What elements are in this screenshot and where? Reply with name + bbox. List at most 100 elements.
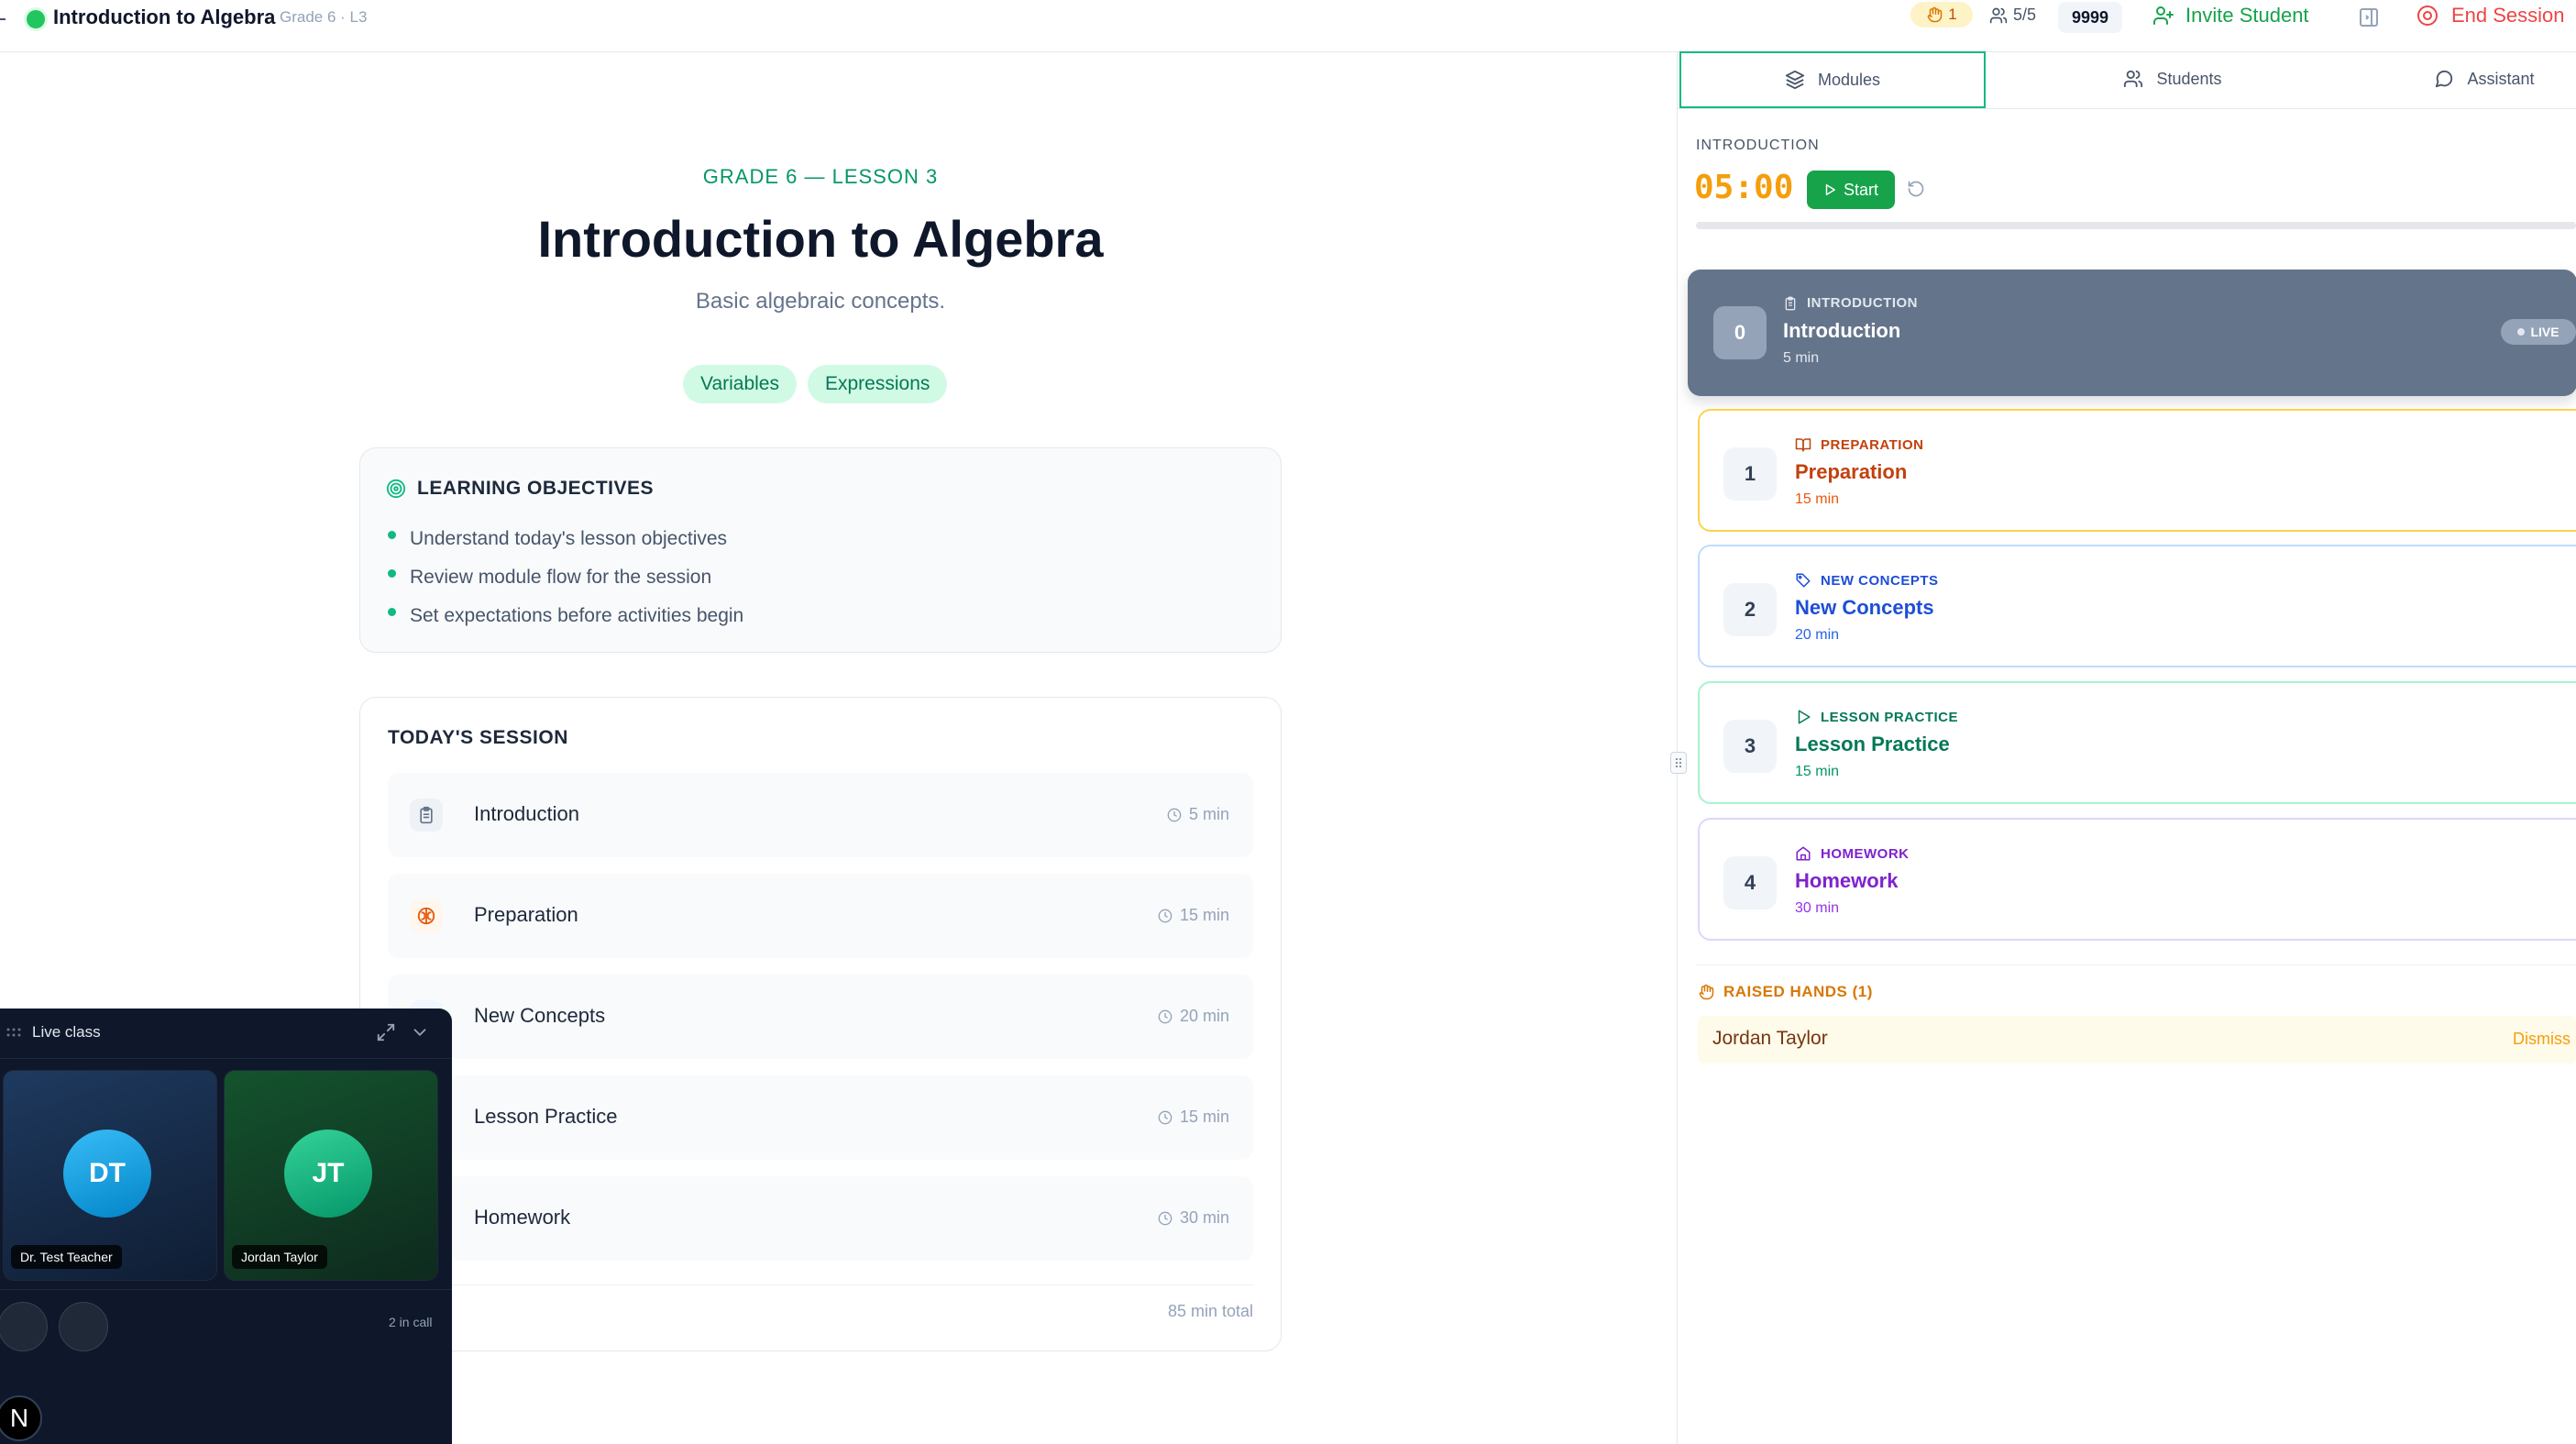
raised-hand-name: Jordan Taylor — [1712, 1028, 1828, 1049]
module-number: 4 — [1723, 856, 1777, 909]
in-call-count: 2 in call — [389, 1315, 433, 1329]
participant-name: Dr. Test Teacher — [11, 1245, 122, 1269]
layers-icon — [1785, 70, 1805, 90]
module-card-lesson-practice[interactable]: 3 LESSON PRACTICE Lesson Practice 15 min — [1698, 681, 2576, 804]
expand-icon[interactable] — [376, 1022, 396, 1042]
objectives-list: Understand today's lesson objectives Rev… — [388, 520, 743, 635]
session-row-duration-text: 5 min — [1188, 805, 1229, 823]
module-category-label: NEW CONCEPTS — [1821, 572, 1939, 589]
grip-vertical-icon — [1676, 758, 1681, 767]
invite-student-label: Invite Student — [2185, 4, 2309, 27]
drag-grip-icon[interactable] — [6, 1027, 22, 1038]
module-card-homework[interactable]: 4 HOMEWORK Homework 30 min — [1698, 818, 2576, 941]
module-category: HOMEWORK — [1795, 845, 1910, 862]
users-icon — [2124, 70, 2143, 88]
clock-icon — [1158, 1009, 1172, 1023]
play-icon — [1825, 184, 1835, 195]
learning-objectives-card: LEARNING OBJECTIVES Understand today's l… — [359, 447, 1282, 653]
lesson-header-subtitle: Grade 6 · L3 — [280, 8, 368, 26]
end-session-label: End Session — [2451, 4, 2565, 27]
chat-icon — [2436, 70, 2453, 88]
session-row-introduction[interactable]: Introduction 5 min — [388, 773, 1253, 857]
toggle-panel-button[interactable] — [2358, 6, 2380, 28]
module-category-label: HOMEWORK — [1821, 845, 1910, 862]
tab-modules[interactable]: Modules — [1679, 51, 1986, 108]
module-card-new-concepts[interactable]: 2 NEW CONCEPTS New Concepts 20 min — [1698, 545, 2576, 667]
invite-student-button[interactable]: Invite Student — [2152, 4, 2309, 28]
tab-assistant[interactable]: Assistant — [2347, 51, 2576, 106]
chevron-down-icon[interactable] — [410, 1022, 430, 1042]
timer-progress-bar — [1696, 222, 2576, 229]
session-row-name: Introduction — [474, 802, 579, 825]
mic-toggle-button[interactable] — [0, 1302, 48, 1351]
lesson-tags: Variables Expressions — [683, 365, 948, 403]
tab-students[interactable]: Students — [2035, 51, 2310, 106]
live-dot-icon — [2517, 328, 2526, 336]
page-title: Introduction to Algebra — [537, 210, 1104, 268]
module-duration: 5 min — [1783, 350, 1820, 366]
user-plus-icon — [2153, 6, 2174, 25]
tab-modules-label: Modules — [1817, 70, 1881, 89]
module-category: INTRODUCTION — [1783, 295, 1918, 311]
participant-name: Jordan Taylor — [232, 1245, 327, 1269]
camera-toggle-button[interactable] — [59, 1302, 108, 1351]
brain-icon — [410, 899, 443, 932]
module-timer: 05:00 — [1694, 169, 1794, 206]
module-number: 1 — [1723, 447, 1777, 501]
clipboard-icon — [410, 799, 443, 832]
start-timer-button[interactable]: Start — [1807, 171, 1895, 209]
lesson-eyebrow: GRADE 6 — LESSON 3 — [702, 165, 939, 188]
class-code-badge[interactable]: 9999 — [2058, 2, 2122, 33]
clock-icon — [1158, 909, 1172, 922]
module-number: 2 — [1723, 583, 1777, 636]
module-name: Introduction — [1783, 319, 1901, 342]
module-card-preparation[interactable]: 1 PREPARATION Preparation 15 min — [1698, 409, 2576, 532]
live-class-widget[interactable]: Live class DT Dr. Test Teacher JT Jordan… — [0, 1009, 452, 1444]
learning-objectives-title: LEARNING OBJECTIVES — [417, 478, 655, 499]
live-class-header[interactable]: Live class — [0, 1009, 452, 1059]
module-name: New Concepts — [1795, 596, 1934, 619]
module-category-label: PREPARATION — [1821, 436, 1924, 453]
session-row-duration-text: 15 min — [1179, 1108, 1229, 1126]
avatar: DT — [63, 1130, 151, 1218]
module-duration: 20 min — [1795, 627, 1840, 643]
session-row-name: Homework — [474, 1206, 571, 1229]
live-class-divider — [0, 1289, 452, 1290]
lesson-heading: GRADE 6 — LESSON 3 Introduction to Algeb… — [0, 165, 1641, 314]
resize-handle[interactable] — [1670, 752, 1687, 774]
video-tile-student[interactable]: JT Jordan Taylor — [224, 1070, 438, 1281]
module-category: LESSON PRACTICE — [1795, 709, 1958, 725]
session-row-duration-text: 30 min — [1179, 1208, 1229, 1227]
module-name: Homework — [1795, 869, 1899, 892]
lesson-header-title: Introduction to Algebra — [53, 6, 276, 28]
raised-hands-count: 1 — [1948, 6, 1957, 23]
video-tile-teacher[interactable]: DT Dr. Test Teacher — [3, 1070, 217, 1281]
start-timer-label: Start — [1843, 180, 1878, 199]
todays-session-card: TODAY'S SESSION Introduction 5 min Prepa… — [359, 697, 1282, 1351]
session-row-homework[interactable]: Homework 30 min — [388, 1176, 1253, 1261]
avatar: JT — [284, 1130, 372, 1218]
session-row-name: Lesson Practice — [474, 1105, 618, 1128]
dismiss-button[interactable]: Dismiss — [2513, 1030, 2570, 1049]
session-row-new-concepts[interactable]: New Concepts 20 min — [388, 975, 1253, 1059]
session-row-duration-text: 15 min — [1179, 906, 1229, 924]
lesson-subtitle: Basic algebraic concepts. — [695, 289, 946, 314]
clock-icon — [1158, 1211, 1172, 1225]
session-row-lesson-practice[interactable]: Lesson Practice 15 min — [388, 1075, 1253, 1160]
raised-hands-indicator[interactable]: 1 — [1910, 2, 1973, 28]
session-row-preparation[interactable]: Preparation 15 min — [388, 874, 1253, 958]
raised-hand-item: Jordan Taylor Dismiss — [1698, 1016, 2576, 1064]
end-session-button[interactable]: End Session — [2416, 4, 2565, 28]
panel-tabs: Modules Students Assistant — [1678, 51, 2576, 109]
live-status-dot — [27, 10, 45, 28]
module-category-label: LESSON PRACTICE — [1821, 709, 1959, 725]
module-card-introduction[interactable]: 0 INTRODUCTION Introduction 5 min — [1688, 270, 2576, 396]
reset-icon[interactable] — [1907, 180, 1925, 198]
module-duration: 30 min — [1795, 900, 1840, 916]
session-row-duration: 15 min — [1158, 1108, 1229, 1127]
raised-hands-title: RAISED HANDS (1) — [1723, 983, 1873, 1000]
users-icon — [1989, 7, 2008, 23]
session-row-name: New Concepts — [474, 1004, 606, 1027]
students-count: 5/5 — [1989, 6, 2036, 25]
session-row-duration: 5 min — [1167, 805, 1229, 824]
